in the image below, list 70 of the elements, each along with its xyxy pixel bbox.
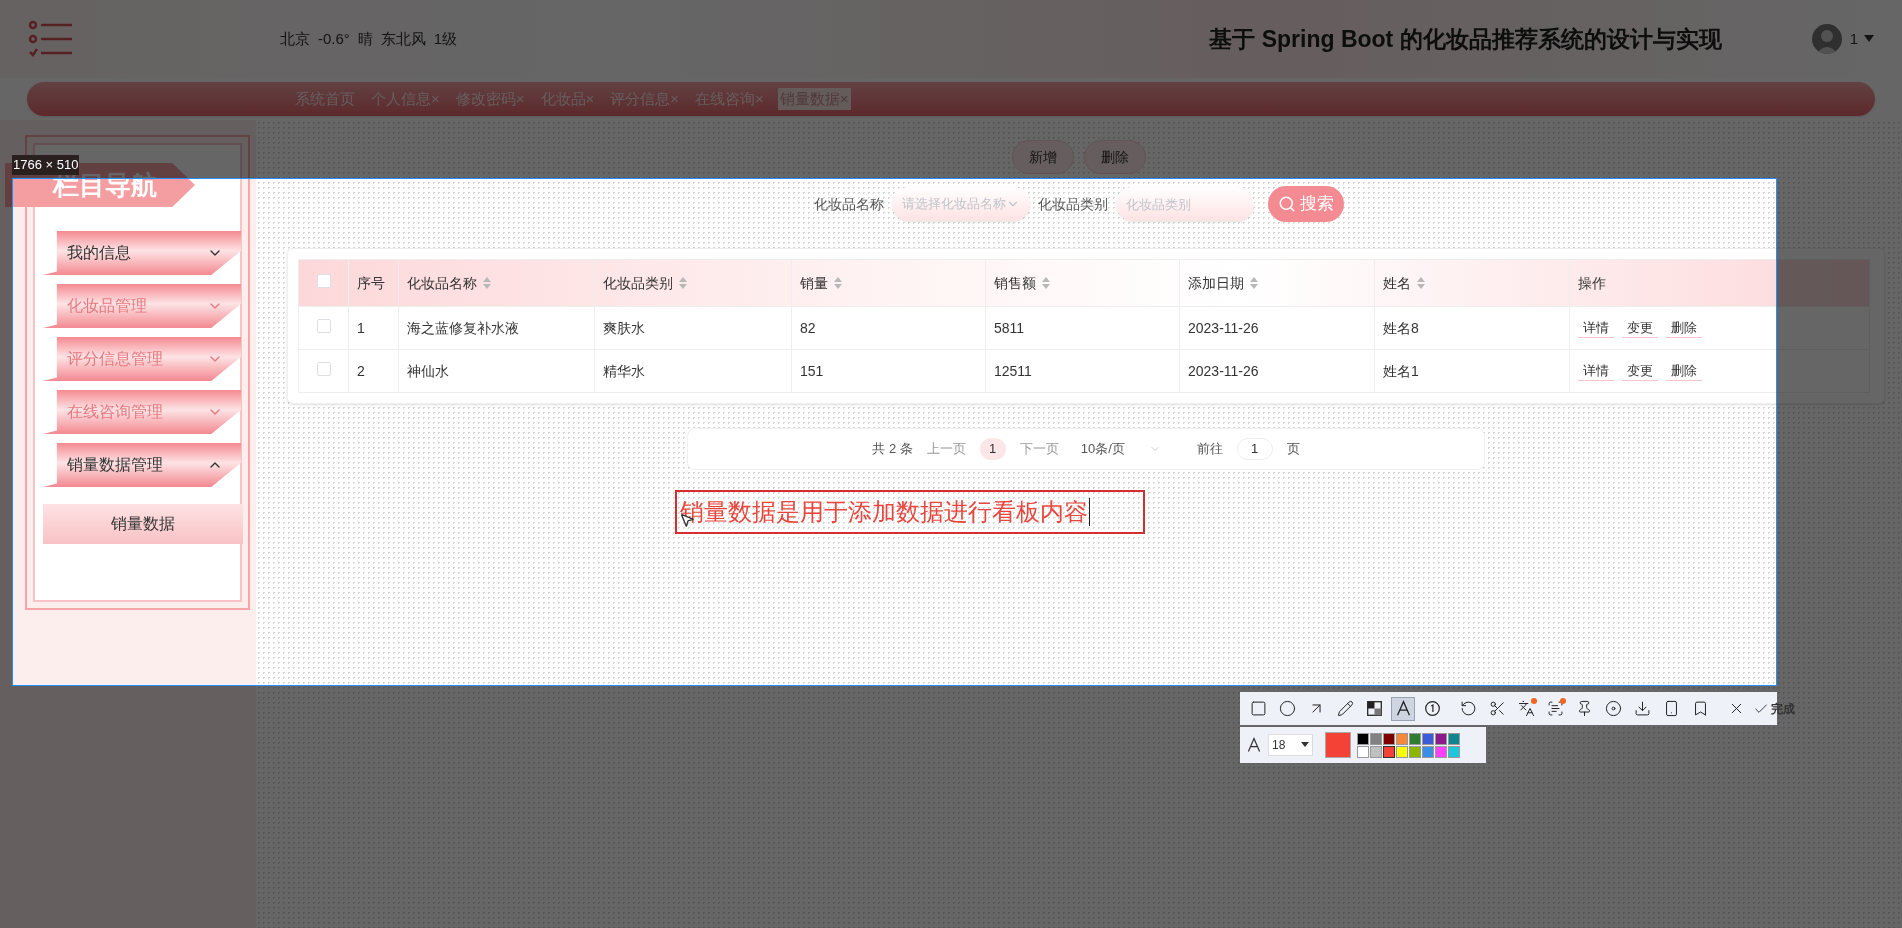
- table-cell: 姓名1: [1383, 362, 1419, 379]
- column-header: 化妆品名称: [407, 273, 477, 293]
- palette-color[interactable]: [1448, 732, 1460, 745]
- table-cell: 1: [357, 319, 365, 336]
- weather-text: 1级: [433, 28, 458, 49]
- avatar[interactable]: [1811, 24, 1842, 54]
- palette-color[interactable]: [1396, 732, 1408, 745]
- font-size-icon: [1246, 737, 1262, 753]
- palette-color[interactable]: [1448, 745, 1460, 758]
- palette-color[interactable]: [1435, 745, 1447, 758]
- sort-icon[interactable]: [834, 277, 842, 289]
- column-header: 销量: [800, 273, 828, 293]
- sort-icon[interactable]: [1042, 277, 1050, 289]
- weather-text: 北京: [280, 28, 310, 49]
- table-cell: 海之蓝修复补水液: [407, 319, 519, 336]
- weather-text: -0.6°: [318, 28, 350, 49]
- page-title: 基于 Spring Boot 的化妆品推荐系统的设计与实现: [1209, 24, 1722, 54]
- field-label: 化妆品类别: [1038, 194, 1108, 214]
- palette-color[interactable]: [1422, 732, 1434, 745]
- table-cell: 精华水: [603, 362, 645, 379]
- selection-size-label: 1766 × 510: [12, 155, 80, 175]
- palette-color[interactable]: [1396, 745, 1408, 758]
- search-icon[interactable]: [1278, 195, 1296, 213]
- palette-color[interactable]: [1370, 732, 1382, 745]
- weather-text: 晴: [357, 28, 373, 49]
- page-number[interactable]: 1: [979, 438, 1006, 460]
- sidebar-submenu-item[interactable]: 销量数据: [43, 504, 243, 544]
- table-cell: 2: [357, 362, 365, 379]
- table-cell: 神仙水: [407, 362, 449, 379]
- weather-text: 东北风: [380, 28, 426, 49]
- field-label: 化妆品名称: [814, 194, 884, 214]
- palette-color[interactable]: [1383, 732, 1395, 745]
- current-color-swatch[interactable]: [1325, 732, 1351, 758]
- column-header: 销售额: [994, 273, 1036, 293]
- column-header: 操作: [1578, 273, 1606, 293]
- checkbox[interactable]: [316, 361, 331, 376]
- palette-color[interactable]: [1357, 745, 1369, 758]
- column-header: 姓名: [1383, 273, 1411, 293]
- checkbox[interactable]: [316, 318, 331, 333]
- sort-icon[interactable]: [1250, 277, 1258, 289]
- sort-icon[interactable]: [1417, 277, 1425, 289]
- palette-color[interactable]: [1357, 732, 1369, 745]
- palette-color[interactable]: [1409, 745, 1421, 758]
- goto-unit: 页: [1286, 440, 1300, 459]
- goto-label: 前往: [1196, 440, 1223, 459]
- font-size-select[interactable]: 18: [1268, 734, 1313, 756]
- table-cell: 2023-11-26: [1188, 362, 1259, 379]
- total-count: 共 2 条: [872, 440, 913, 459]
- checkbox[interactable]: [316, 273, 331, 288]
- table-cell: 姓名8: [1383, 319, 1419, 336]
- text-tool-icon[interactable]: [1391, 696, 1415, 721]
- column-header: 序号: [357, 273, 385, 293]
- column-header: 化妆品类别: [603, 273, 673, 293]
- table-cell: 2023-11-26: [1188, 319, 1259, 336]
- column-header: 添加日期: [1188, 273, 1244, 293]
- menu-icon[interactable]: [28, 20, 74, 58]
- palette-color[interactable]: [1435, 732, 1447, 745]
- palette-color[interactable]: [1383, 745, 1395, 758]
- palette-color[interactable]: [1409, 732, 1421, 745]
- input-field[interactable]: 化妆品类别: [1116, 187, 1254, 221]
- table-cell: 151: [800, 362, 824, 379]
- palette-color[interactable]: [1370, 745, 1382, 758]
- table-cell: 12511: [994, 362, 1032, 379]
- page-size-select[interactable]: 10条/页: [1080, 439, 1161, 459]
- table-cell: 82: [800, 319, 816, 336]
- dropdown-caret-icon[interactable]: [1301, 742, 1309, 748]
- table-cell: 爽肤水: [603, 319, 645, 336]
- caret-icon[interactable]: [1864, 35, 1874, 43]
- palette-color[interactable]: [1422, 745, 1434, 758]
- table-cell: 5811: [994, 319, 1025, 336]
